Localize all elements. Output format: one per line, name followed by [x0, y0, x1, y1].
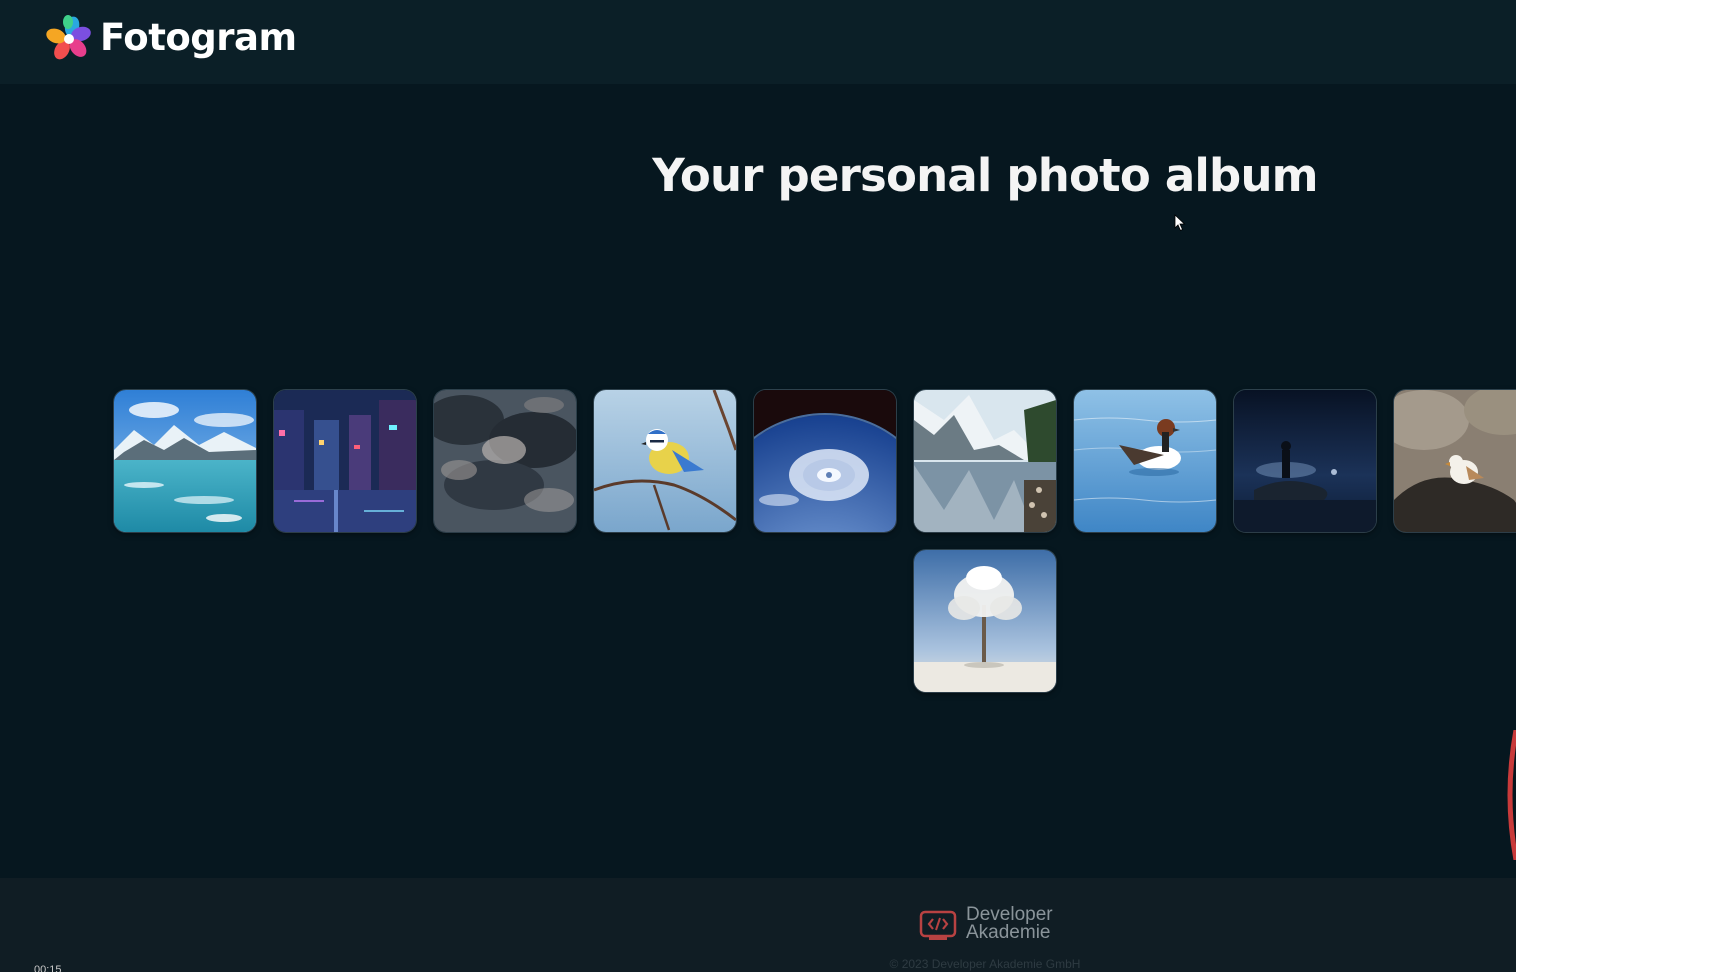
- blank-area: [1516, 0, 1710, 972]
- red-record-button-icon[interactable]: [1504, 730, 1516, 860]
- photo-thumbnail[interactable]: [114, 390, 256, 532]
- photo-thumbnail[interactable]: [754, 390, 896, 532]
- frosted-tree-photo: [914, 550, 1056, 692]
- photo-thumbnail[interactable]: [1074, 390, 1216, 532]
- photo-thumbnail[interactable]: [594, 390, 736, 532]
- page-title: Your personal photo album: [652, 149, 1318, 202]
- photo-thumbnail[interactable]: [274, 390, 416, 532]
- glacier-lake-photo: [114, 390, 256, 532]
- photo-thumbnail[interactable]: [914, 390, 1056, 532]
- photo-thumbnail[interactable]: [914, 550, 1056, 692]
- brand-name[interactable]: Fotogram: [100, 14, 297, 62]
- neon-city-photo: [274, 390, 416, 532]
- night-lake-person-photo: [1234, 390, 1376, 532]
- photo-thumbnail[interactable]: [1394, 390, 1516, 532]
- mountain-lake-photo: [914, 390, 1056, 532]
- storm-clouds-photo: [434, 390, 576, 532]
- blue-tit-bird-photo: [594, 390, 736, 532]
- code-brackets-logo-icon[interactable]: [919, 910, 959, 942]
- photo-thumbnail[interactable]: [434, 390, 576, 532]
- video-time: 00:15: [34, 964, 62, 972]
- snow-bunting-photo: [1394, 390, 1516, 532]
- duck-on-water-photo: [1074, 390, 1216, 532]
- photo-thumbnail[interactable]: [1234, 390, 1376, 532]
- footer-brand[interactable]: Developer Akademie: [966, 905, 1053, 943]
- hurricane-space-photo: [754, 390, 896, 532]
- app-window: Fotogram Your personal photo album Devel…: [0, 0, 1516, 972]
- copyright: © 2023 Developer Akademie GmbH: [889, 957, 1081, 971]
- footer-brand-line2: Akademie: [966, 922, 1051, 943]
- mouse-cursor-icon: [1174, 214, 1186, 232]
- flower-petals-logo-icon[interactable]: [44, 14, 94, 62]
- header: Fotogram: [0, 0, 1516, 84]
